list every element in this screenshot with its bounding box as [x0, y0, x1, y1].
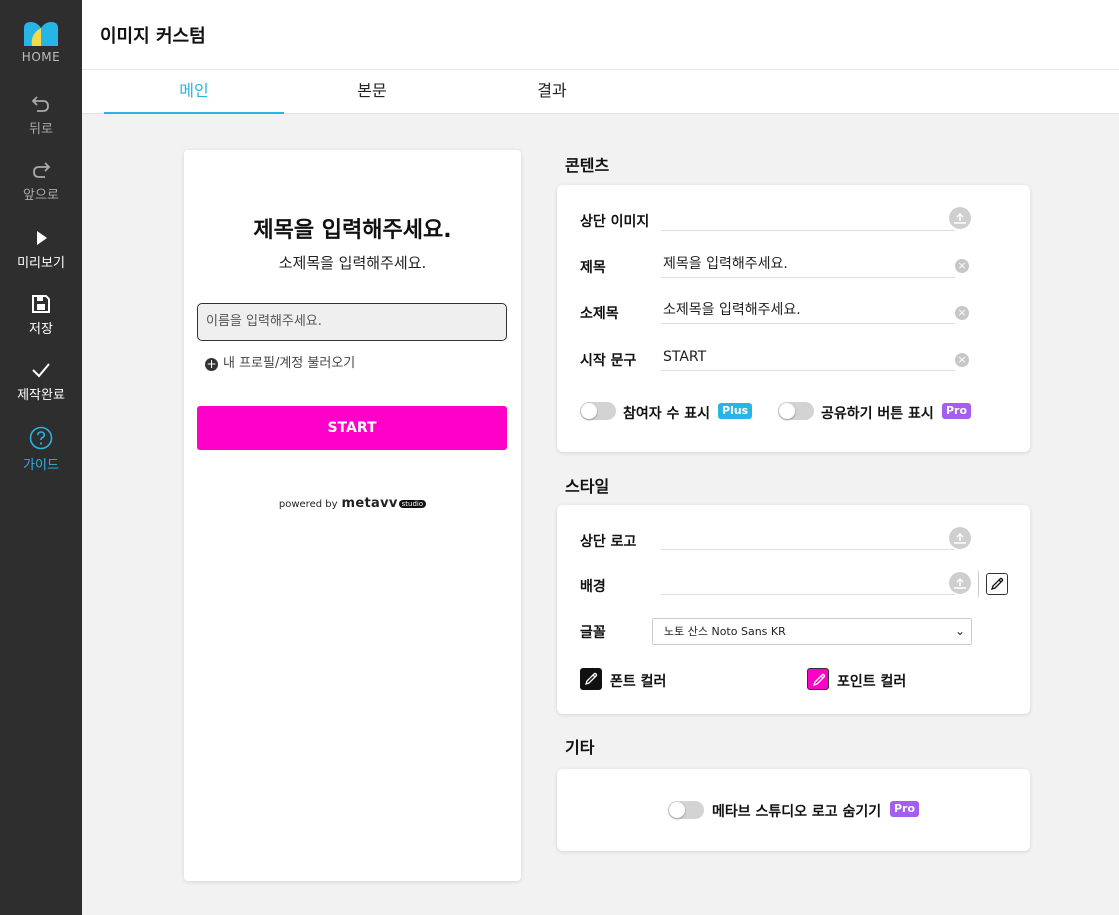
hide-logo-label: 메타브 스튜디오 로고 숨기기: [712, 804, 882, 820]
home-label: HOME: [21, 50, 61, 64]
floppy-disk-icon: [32, 295, 50, 313]
contents-card: 상단 이미지 제목 제목을 입력해주세요. × 소제목 소제목을 입력해주세요.…: [557, 185, 1030, 452]
title-label: 제목: [580, 260, 606, 276]
preview-label: 미리보기: [17, 256, 65, 271]
profile-load-link[interactable]: + 내 프로필/계정 불러오기: [205, 352, 355, 371]
preview-card: 제목을 입력해주세요. 소제목을 입력해주세요. 이름을 입력해주세요. + 내 …: [184, 150, 521, 881]
preview-button[interactable]: 미리보기: [0, 228, 82, 271]
preview-start-button[interactable]: START: [197, 406, 507, 450]
tab-bar: 메인 본문 결과: [82, 70, 1119, 114]
background-color-picker-button[interactable]: [986, 573, 1008, 595]
share-label: 공유하기 버튼 표시: [821, 406, 934, 422]
forward-label: 앞으로: [23, 188, 59, 203]
clear-icon[interactable]: ×: [955, 353, 969, 367]
subtitle-input[interactable]: 소제목을 입력해주세요.: [661, 298, 955, 324]
style-heading: 스타일: [565, 477, 610, 496]
plus-badge: Plus: [718, 403, 753, 419]
preview-name-input[interactable]: 이름을 입력해주세요.: [197, 303, 507, 341]
studio-tag: studio: [398, 500, 427, 508]
preview-title: 제목을 입력해주세요.: [253, 218, 452, 243]
clear-icon[interactable]: ×: [955, 259, 969, 273]
page-title: 이미지 커스텀: [100, 26, 206, 47]
title-input[interactable]: 제목을 입력해주세요.: [661, 252, 955, 278]
font-color-label: 폰트 컬러: [610, 674, 667, 690]
clear-icon[interactable]: ×: [955, 306, 969, 320]
powered-by-text: powered by: [278, 499, 338, 510]
done-label: 제작완료: [17, 388, 65, 403]
help-circle-icon: [29, 426, 53, 450]
point-color-swatch[interactable]: [807, 668, 829, 690]
back-button[interactable]: 뒤로: [0, 94, 82, 137]
top-logo-label: 상단 로고: [580, 534, 637, 550]
start-text-label: 시작 문구: [580, 353, 637, 369]
check-icon: [32, 363, 50, 378]
sidebar: HOME 뒤로 앞으로 미리보기 저장 제작완료 가이드: [0, 0, 82, 915]
home-button[interactable]: HOME: [0, 20, 82, 65]
top-logo-field[interactable]: [661, 524, 955, 550]
background-label: 배경: [580, 579, 606, 595]
pro-badge: Pro: [942, 403, 972, 419]
undo-icon: [31, 96, 49, 112]
hide-logo-toggle[interactable]: [668, 801, 704, 819]
profile-load-label: 내 프로필/계정 불러오기: [223, 356, 356, 371]
plus-circle-icon: +: [205, 357, 218, 371]
save-label: 저장: [29, 322, 53, 337]
top-image-field[interactable]: [661, 205, 955, 231]
guide-label: 가이드: [23, 458, 59, 473]
font-select[interactable]: 노토 산스 Noto Sans KR ⌄: [652, 618, 972, 645]
powered-by: powered by metavv studio: [184, 496, 521, 511]
eyedropper-icon: [990, 577, 1004, 591]
tab-body[interactable]: 본문: [282, 70, 462, 114]
contents-heading: 콘텐츠: [565, 156, 610, 175]
done-button[interactable]: 제작완료: [0, 360, 82, 403]
home-logo-icon: [24, 22, 58, 46]
play-icon: [37, 231, 47, 245]
share-toggle[interactable]: [778, 402, 814, 420]
background-field[interactable]: [661, 569, 955, 595]
chevron-down-icon: ⌄: [954, 624, 965, 638]
upload-icon[interactable]: [949, 207, 971, 229]
redo-icon: [33, 162, 51, 178]
forward-button[interactable]: 앞으로: [0, 160, 82, 203]
upload-icon[interactable]: [949, 572, 971, 594]
tab-main[interactable]: 메인: [104, 70, 284, 114]
font-color-swatch[interactable]: [580, 668, 602, 690]
upload-icon[interactable]: [949, 527, 971, 549]
divider: [978, 571, 979, 597]
eyedropper-icon: [812, 673, 826, 687]
font-select-value: 노토 산스 Noto Sans KR: [664, 625, 786, 638]
eyedropper-icon: [584, 672, 598, 686]
point-color-label: 포인트 컬러: [837, 674, 907, 690]
subtitle-label: 소제목: [580, 306, 619, 322]
etc-card: 메타브 스튜디오 로고 숨기기 Pro: [557, 769, 1030, 851]
participants-label: 참여자 수 표시: [623, 406, 711, 422]
etc-heading: 기타: [565, 738, 595, 757]
guide-button[interactable]: 가이드: [0, 426, 82, 473]
start-text-input[interactable]: START: [661, 345, 955, 371]
top-image-label: 상단 이미지: [580, 214, 650, 230]
style-card: 상단 로고 배경 글꼴 노토 산스 Noto Sans KR ⌄ 폰트 컬러 포…: [557, 505, 1030, 714]
participants-toggle[interactable]: [580, 402, 616, 420]
pro-badge: Pro: [890, 801, 920, 817]
back-label: 뒤로: [29, 122, 53, 137]
preview-subtitle: 소제목을 입력해주세요.: [278, 254, 427, 272]
top-bar: 이미지 커스텀: [82, 0, 1119, 70]
metavv-logo: metavv: [341, 496, 398, 511]
save-button[interactable]: 저장: [0, 294, 82, 337]
tab-result[interactable]: 결과: [462, 70, 642, 114]
font-label: 글꼴: [580, 625, 606, 641]
